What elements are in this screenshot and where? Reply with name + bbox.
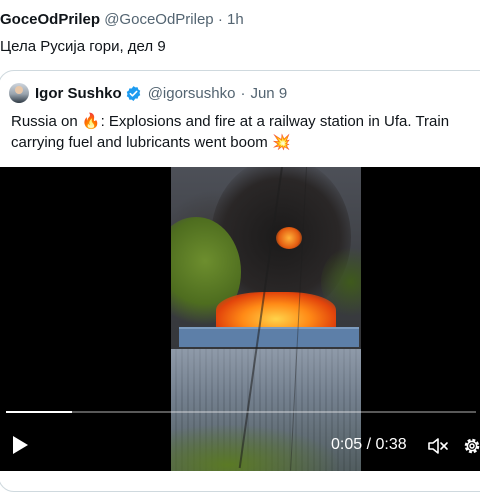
tweet-header: GoceOdPrilep @GoceOdPrilep · 1h <box>0 11 244 28</box>
video-player[interactable] <box>0 167 480 471</box>
video-duration: 0:38 <box>375 436 407 453</box>
quoted-text-line-2: carrying fuel and lubricants went boom 💥 <box>11 132 480 153</box>
quoted-author-name[interactable]: Igor Sushko <box>35 85 122 102</box>
video-progress-fill <box>6 411 72 413</box>
author-handle[interactable]: @GoceOdPrilep <box>104 11 213 28</box>
time-separator: / <box>362 436 376 453</box>
avatar[interactable] <box>9 83 29 103</box>
author-name[interactable]: GoceOdPrilep <box>0 11 100 28</box>
video-progress-bar[interactable] <box>6 411 476 413</box>
fire-flame <box>276 227 302 249</box>
separator-dot: · <box>240 84 246 102</box>
gear-icon <box>464 438 480 454</box>
verified-badge-icon <box>125 85 142 102</box>
video-time-readout: 0:05 / 0:38 <box>331 436 407 454</box>
quoted-tweet-card[interactable]: Igor Sushko @igorsushko · Jun 9 Russia o… <box>0 70 480 492</box>
quoted-author-handle[interactable]: @igorsushko <box>148 85 236 102</box>
quoted-text-part: Russia on <box>11 113 82 130</box>
fire-emoji-icon: 🔥 <box>81 113 101 130</box>
separator-dot: · <box>217 11 223 28</box>
video-frame[interactable] <box>171 167 361 471</box>
quoted-text-part: carrying fuel and lubricants went boom <box>11 134 272 151</box>
muted-speaker-icon <box>428 438 448 454</box>
mute-button[interactable] <box>427 437 449 455</box>
quoted-tweet-date[interactable]: Jun 9 <box>250 85 287 102</box>
play-button[interactable] <box>8 432 32 458</box>
tweet-timestamp[interactable]: 1h <box>227 11 244 28</box>
current-time: 0:05 <box>331 436 363 453</box>
tweet-text: Цела Русија гори, дел 9 <box>0 38 166 55</box>
quoted-tweet-text: Russia on 🔥: Explosions and fire at a ra… <box>11 111 480 153</box>
quoted-text-line-1: Russia on 🔥: Explosions and fire at a ra… <box>11 111 480 132</box>
play-icon <box>13 436 28 454</box>
train-cars <box>179 327 359 347</box>
quoted-text-part: : Explosions and fire at a railway stati… <box>100 113 450 130</box>
collision-emoji-icon: 💥 <box>271 134 291 151</box>
settings-button[interactable] <box>462 436 480 456</box>
quoted-tweet-header: Igor Sushko @igorsushko · Jun 9 <box>9 83 287 103</box>
